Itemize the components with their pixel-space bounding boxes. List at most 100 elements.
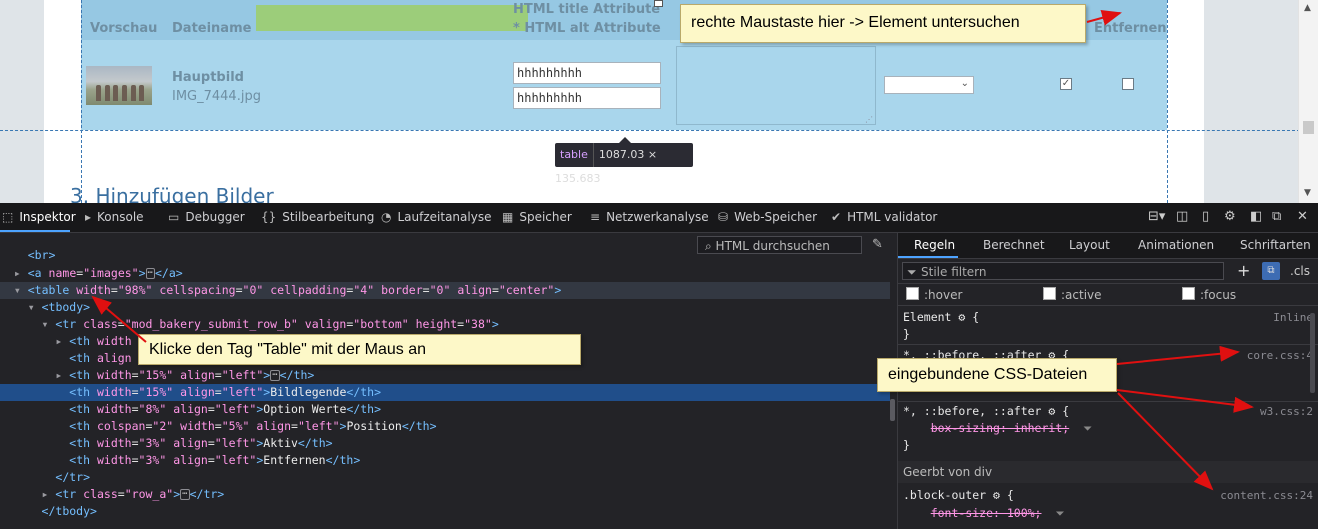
declaration-font-size[interactable]: font-size: 100%; ⏷ [903, 505, 1313, 522]
markup-line[interactable]: <th width="8%" align="left">Option Werte… [0, 401, 890, 418]
rule-source-core[interactable]: core.css:4 [1247, 349, 1313, 362]
section-heading: 3. Hinzufügen Bilder [70, 184, 274, 203]
filter-icon: ⏷ [1055, 506, 1065, 520]
markup-line[interactable]: </tbody> [0, 503, 890, 520]
declaration-box-sizing[interactable]: box-sizing: inherit; ⏷ [903, 420, 1313, 437]
markup-line-selected[interactable]: <th width="15%" align="left">Bildlegende… [0, 384, 890, 401]
markup-line-table[interactable]: ▾ <table width="98%" cellspacing="0" cel… [0, 282, 890, 299]
responsive-mode-icon[interactable]: ▯ [1202, 209, 1209, 224]
devtools-toolbar: ⬚ Inspektor ▸ Konsole ▭ Debugger {} Stilbear… [0, 203, 1318, 233]
tab-rules[interactable]: Regeln [914, 233, 955, 258]
header-highlight-cell [256, 5, 528, 31]
gear-icon: ⚙ [1048, 404, 1056, 418]
active-checkbox[interactable]: ✓ [1060, 78, 1072, 90]
gear-icon[interactable]: ⚙ [1224, 209, 1236, 224]
rule-brace: } [903, 327, 910, 341]
header-remove: Entfernen [1094, 21, 1167, 36]
tab-inspector[interactable]: ⬚ Inspektor [2, 203, 76, 232]
rule-element[interactable]: Element ⚙ { [903, 309, 1313, 326]
element-tooltip: table 1087.03 × 135.683 [555, 137, 693, 185]
markup-line[interactable]: <th width="3%" align="left">Aktiv</th> [0, 435, 890, 452]
gear-icon: ⚙ [958, 310, 966, 324]
remove-checkbox[interactable] [1122, 78, 1134, 90]
rule-source-inline[interactable]: Inline [1273, 311, 1313, 324]
guide-line [0, 130, 1300, 131]
markup-line[interactable]: ▾ <tbody> [0, 299, 890, 316]
tab-computed[interactable]: Berechnet [983, 233, 1045, 258]
dock-options-icon[interactable]: ⊟▾ [1148, 209, 1165, 224]
rule-source-content[interactable]: content.css:24 [1220, 489, 1313, 502]
markup-line[interactable]: ▾ <tr class="mod_bakery_submit_row_b" va… [0, 316, 890, 333]
tab-storage[interactable]: ⛁ Web-Speicher [718, 203, 817, 232]
tab-performance[interactable]: ◔ Laufzeitanalyse [381, 203, 491, 232]
markup-view: ⌕ HTML durchsuchen ✎ <br> ▸ <a name="ima… [0, 233, 897, 529]
markup-line[interactable]: <br> [0, 247, 890, 264]
filter-icon: ⏷ [1083, 421, 1093, 435]
markup-line[interactable]: </tr> [0, 469, 890, 486]
image-thumbnail[interactable] [86, 66, 152, 105]
header-alt-attribute: * HTML alt Attribute [513, 21, 661, 36]
tab-fonts[interactable]: Schriftarten [1240, 233, 1311, 258]
markup-line[interactable]: ▸ <a name="images"> ⋯ </a> [0, 265, 890, 282]
header-title-attribute: HTML title Attribute [513, 2, 661, 17]
active-checkbox[interactable]: :active [1043, 287, 1102, 302]
title-attribute-input[interactable]: hhhhhhhhh [513, 62, 661, 84]
callout-click-table: Klicke den Tag "Table" mit der Maus an [138, 334, 581, 365]
callout-css-files: eingebundene CSS-Dateien [877, 358, 1117, 392]
option-values-select[interactable]: ⌄ [884, 76, 974, 94]
devtools-panel: ⬚ Inspektor ▸ Konsole ▭ Debugger {} Stilbear… [0, 203, 1318, 529]
tab-debugger[interactable]: ▭ Debugger [168, 203, 245, 232]
rule-source-w3[interactable]: w3.css:2 [1260, 405, 1313, 418]
rule-universal-w3[interactable]: *, ::before, ::after ⚙ { [903, 403, 1313, 420]
hover-checkbox[interactable]: :hover [906, 287, 962, 302]
anchor-marker [654, 0, 663, 7]
pseudo-toggle-icon[interactable]: ⧉ [1262, 262, 1280, 280]
network-icon: ≡ [590, 210, 601, 224]
rules-tabbar: Regeln Berechnet Layout Animationen Schr… [898, 233, 1318, 259]
web-page-viewport: Vorschau Dateiname HTML title Attribute … [0, 0, 1318, 203]
tab-html-validator[interactable]: ✔ HTML validator [831, 203, 937, 232]
tab-network[interactable]: ≡ Netzwerkanalyse [590, 203, 709, 232]
markup-line[interactable]: <th colspan="2" width="5%" align="left">… [0, 418, 890, 435]
cls-toggle[interactable]: .cls [1290, 264, 1310, 278]
page-scrollbar[interactable]: ▲ ▼ [1298, 0, 1318, 203]
scrollbar-thumb[interactable] [1303, 121, 1314, 134]
alt-attribute-input[interactable]: hhhhhhhhh [513, 87, 661, 109]
add-rule-icon[interactable]: + [1237, 261, 1250, 280]
gear-icon: ⚙ [993, 488, 1000, 502]
caption-textarea[interactable]: ⋰ [676, 46, 876, 125]
callout-right-click: rechte Maustaste hier -> Element untersu… [680, 4, 1086, 43]
guide-line [1167, 0, 1168, 203]
scroll-up-icon[interactable]: ▲ [1304, 3, 1311, 13]
close-icon[interactable]: ✕ [1297, 209, 1308, 224]
style-editor-icon: {} [261, 210, 277, 224]
separate-window-icon[interactable]: ⧉ [1272, 209, 1281, 224]
tab-console[interactable]: ▸ Konsole [85, 203, 144, 232]
memory-icon: ▦ [502, 210, 514, 224]
tab-animations[interactable]: Animationen [1138, 233, 1214, 258]
console-icon: ▸ [85, 210, 92, 224]
dock-side-icon[interactable]: ◧ [1250, 209, 1262, 224]
tab-memory[interactable]: ▦ Speicher [502, 203, 572, 232]
frame-picker-icon[interactable]: ◫ [1176, 209, 1188, 224]
markup-line[interactable]: ▸ <tr class="row_a"> ⋯ </tr> [0, 486, 890, 503]
rule-brace: } [903, 438, 910, 452]
rules-scrollbar[interactable] [1310, 313, 1315, 393]
markup-line[interactable]: ▸ <th width="15%" align="left"> ⋯ </th> [0, 367, 890, 384]
tab-style-editor[interactable]: {} Stilbearbeitung [261, 203, 374, 232]
active-tab-indicator [898, 256, 958, 258]
markup-scrollbar[interactable] [890, 399, 895, 421]
chevron-down-icon: ⌄ [960, 78, 969, 89]
focus-checkbox[interactable]: :focus [1182, 287, 1236, 302]
active-tab-indicator [0, 230, 70, 232]
scroll-down-icon[interactable]: ▼ [1304, 188, 1311, 198]
filter-styles-input[interactable]: ⏷ Stile filtern [902, 262, 1224, 280]
image-label: Hauptbild [172, 70, 244, 85]
tab-layout[interactable]: Layout [1069, 233, 1110, 258]
inherited-header: Geerbt von div [898, 461, 1318, 483]
guide-line [81, 0, 82, 203]
debugger-icon: ▭ [168, 210, 180, 224]
header-filename: Dateiname [172, 21, 252, 36]
resize-grip-icon[interactable]: ⋰ [865, 115, 873, 124]
markup-line[interactable]: <th width="3%" align="left">Entfernen</t… [0, 452, 890, 469]
